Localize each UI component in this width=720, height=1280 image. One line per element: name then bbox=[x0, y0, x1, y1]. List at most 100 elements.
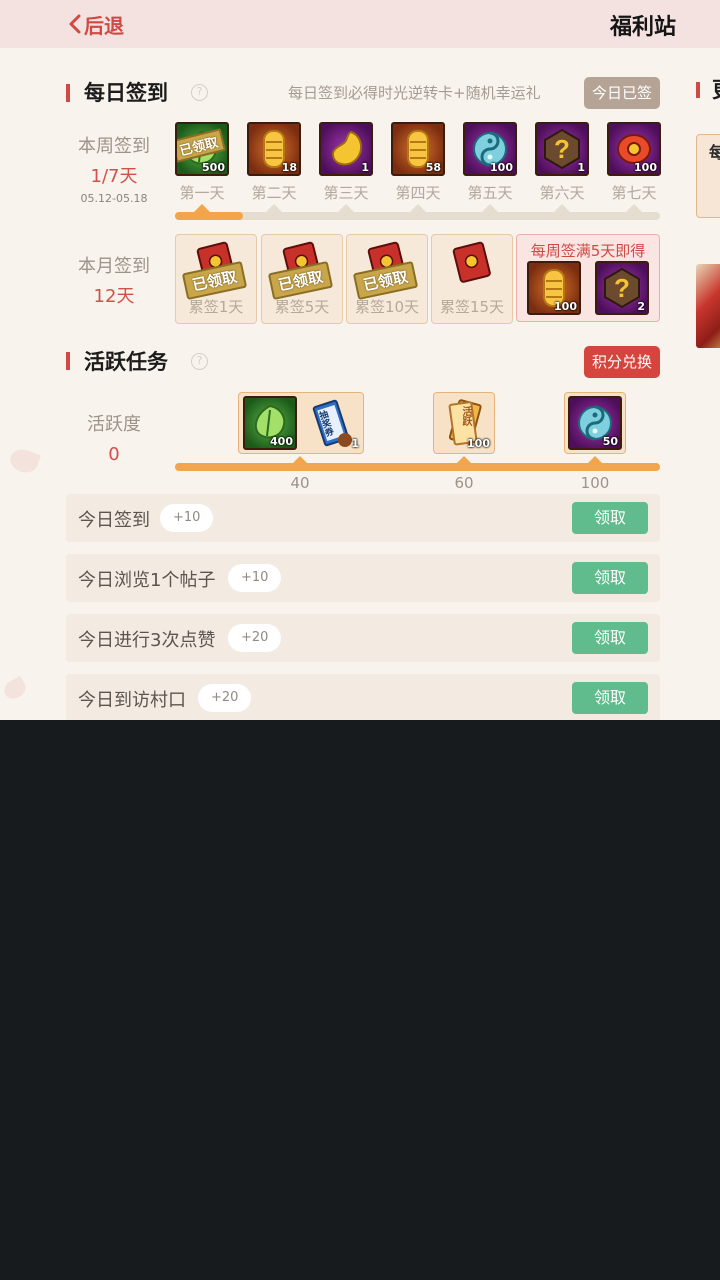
cumulative-card[interactable]: 已领取 累签1天 bbox=[175, 234, 257, 324]
peek-image[interactable] bbox=[696, 264, 720, 348]
claim-button[interactable]: 领取 bbox=[572, 682, 648, 714]
activity-label: 活跃度 0 bbox=[66, 410, 162, 465]
task-name: 今日进行3次点赞 bbox=[78, 630, 216, 651]
milestone-label: 100 bbox=[580, 474, 610, 492]
item-count: 1 bbox=[577, 161, 585, 174]
item-count: 18 bbox=[281, 161, 297, 174]
item-count: 400 bbox=[270, 435, 293, 448]
activity-title: 活跃任务 bbox=[84, 350, 168, 374]
day-reward-item[interactable]: 18 第二天 bbox=[244, 122, 304, 203]
day-reward-item[interactable]: 58 第四天 bbox=[388, 122, 448, 203]
item-count: 58 bbox=[425, 161, 441, 174]
milestone-marker bbox=[587, 456, 603, 464]
peek-card-text: 每 bbox=[709, 143, 720, 162]
day-label: 第七天 bbox=[611, 184, 657, 202]
week-signin-progress: 1/7天 bbox=[90, 166, 138, 187]
cumulative-label: 累签5天 bbox=[274, 298, 330, 316]
signed-today-button[interactable]: 今日已签 bbox=[584, 77, 660, 109]
cumulative-card[interactable]: 已领取 累签10天 bbox=[346, 234, 428, 324]
cumulative-card[interactable]: 累签15天 bbox=[431, 234, 513, 324]
cumulative-card[interactable]: 已领取 累签5天 bbox=[261, 234, 343, 324]
back-button[interactable]: 后退 bbox=[68, 10, 124, 38]
month-signin-value: 12天 bbox=[93, 286, 135, 307]
reward-icon-box: 100 bbox=[607, 122, 661, 176]
svg-text:?: ? bbox=[554, 134, 570, 164]
reward-icon-box: 18 bbox=[247, 122, 301, 176]
month-signin-label: 本月签到 12天 bbox=[66, 252, 162, 308]
item-count: 1 bbox=[351, 437, 359, 450]
chevron-left-icon bbox=[69, 14, 81, 34]
day-reward-item[interactable]: 1 第三天 bbox=[316, 122, 376, 203]
day-reward-item[interactable]: 100 第五天 bbox=[460, 122, 520, 203]
reward-item[interactable]: 抽奖券 1 bbox=[307, 396, 361, 450]
day-marker bbox=[338, 204, 354, 212]
task-name: 今日浏览1个帖子 bbox=[78, 570, 216, 591]
task-points: +10 bbox=[228, 564, 282, 592]
week-progress-fill bbox=[175, 212, 243, 220]
milestone-label: 60 bbox=[454, 474, 474, 492]
day-label: 第六天 bbox=[539, 184, 585, 202]
day-reward-item[interactable]: 100 第七天 bbox=[604, 122, 664, 203]
day-label: 第一天 bbox=[179, 184, 225, 202]
activity-reward-100[interactable]: 50 bbox=[564, 392, 626, 454]
claim-button[interactable]: 领取 bbox=[572, 622, 648, 654]
activity-reward-40[interactable]: 400 抽奖券 1 bbox=[238, 392, 364, 454]
item-count: 500 bbox=[202, 161, 225, 174]
weekly-bonus-title: 每周签满5天即得 bbox=[530, 242, 646, 260]
cumulative-label: 累签1天 bbox=[188, 298, 244, 316]
claim-button[interactable]: 领取 bbox=[572, 562, 648, 594]
month-signin-text: 本月签到 bbox=[78, 256, 150, 277]
bonus-item[interactable]: ? 2 bbox=[595, 261, 649, 315]
task-name: 今日签到 bbox=[78, 510, 150, 531]
item-count: 100 bbox=[634, 161, 657, 174]
day-reward-item[interactable]: 已领取 500 第一天 bbox=[172, 122, 232, 203]
help-icon[interactable]: ? bbox=[191, 84, 208, 101]
week-date-range: 05.12-05.18 bbox=[80, 192, 148, 205]
petal-decoration bbox=[7, 445, 41, 477]
weekly-bonus-card[interactable]: 每周签满5天即得 100 ? 2 bbox=[516, 234, 660, 322]
top-bar: 后退 福利站 bbox=[0, 0, 720, 48]
back-label: 后退 bbox=[84, 13, 124, 38]
bonus-item[interactable]: 100 bbox=[527, 261, 581, 315]
reward-item[interactable]: 50 bbox=[568, 396, 622, 450]
reward-item[interactable]: 400 bbox=[243, 396, 297, 450]
day-label: 第五天 bbox=[467, 184, 513, 202]
task-row: 今日浏览1个帖子 +10 领取 bbox=[66, 554, 660, 602]
ticket-text: 活跃 bbox=[460, 406, 471, 426]
activity-text: 活跃度 bbox=[87, 414, 141, 435]
day-label: 第四天 bbox=[395, 184, 441, 202]
peek-section-title: 更 bbox=[712, 74, 720, 104]
day-marker bbox=[266, 204, 282, 212]
page-title: 福利站 bbox=[609, 15, 676, 40]
claim-button[interactable]: 领取 bbox=[572, 502, 648, 534]
petal-decoration bbox=[0, 675, 30, 703]
day-marker bbox=[482, 204, 498, 212]
activity-reward-60[interactable]: 活跃 100 bbox=[433, 392, 495, 454]
activity-progress-fill bbox=[175, 463, 660, 471]
reward-icon-box: 58 bbox=[391, 122, 445, 176]
item-count: 1 bbox=[361, 161, 369, 174]
points-exchange-button[interactable]: 积分兑换 bbox=[584, 346, 660, 378]
day-label: 第二天 bbox=[251, 184, 297, 202]
milestone-label: 40 bbox=[290, 474, 310, 492]
task-row: 今日进行3次点赞 +20 领取 bbox=[66, 614, 660, 662]
task-row: 今日到访村口 +20 领取 bbox=[66, 674, 660, 720]
red-envelope-icon bbox=[452, 241, 491, 283]
peek-card[interactable]: 每 bbox=[696, 134, 720, 218]
help-icon[interactable]: ? bbox=[191, 353, 208, 370]
svg-text:?: ? bbox=[614, 273, 630, 303]
day-marker bbox=[410, 204, 426, 212]
milestone-marker bbox=[456, 456, 472, 464]
day-reward-item[interactable]: ? 1 第六天 bbox=[532, 122, 592, 203]
section-marker bbox=[66, 84, 70, 102]
item-count: 50 bbox=[602, 435, 618, 448]
daily-signin-title: 每日签到 bbox=[84, 81, 168, 105]
section-marker bbox=[66, 352, 70, 370]
day-marker bbox=[554, 204, 570, 212]
item-count: 100 bbox=[467, 437, 490, 450]
task-points: +20 bbox=[228, 624, 282, 652]
task-name: 今日到访村口 bbox=[78, 690, 186, 711]
reward-item[interactable]: 活跃 100 bbox=[438, 396, 492, 450]
week-progress-track bbox=[175, 212, 660, 220]
day-marker bbox=[626, 204, 642, 212]
